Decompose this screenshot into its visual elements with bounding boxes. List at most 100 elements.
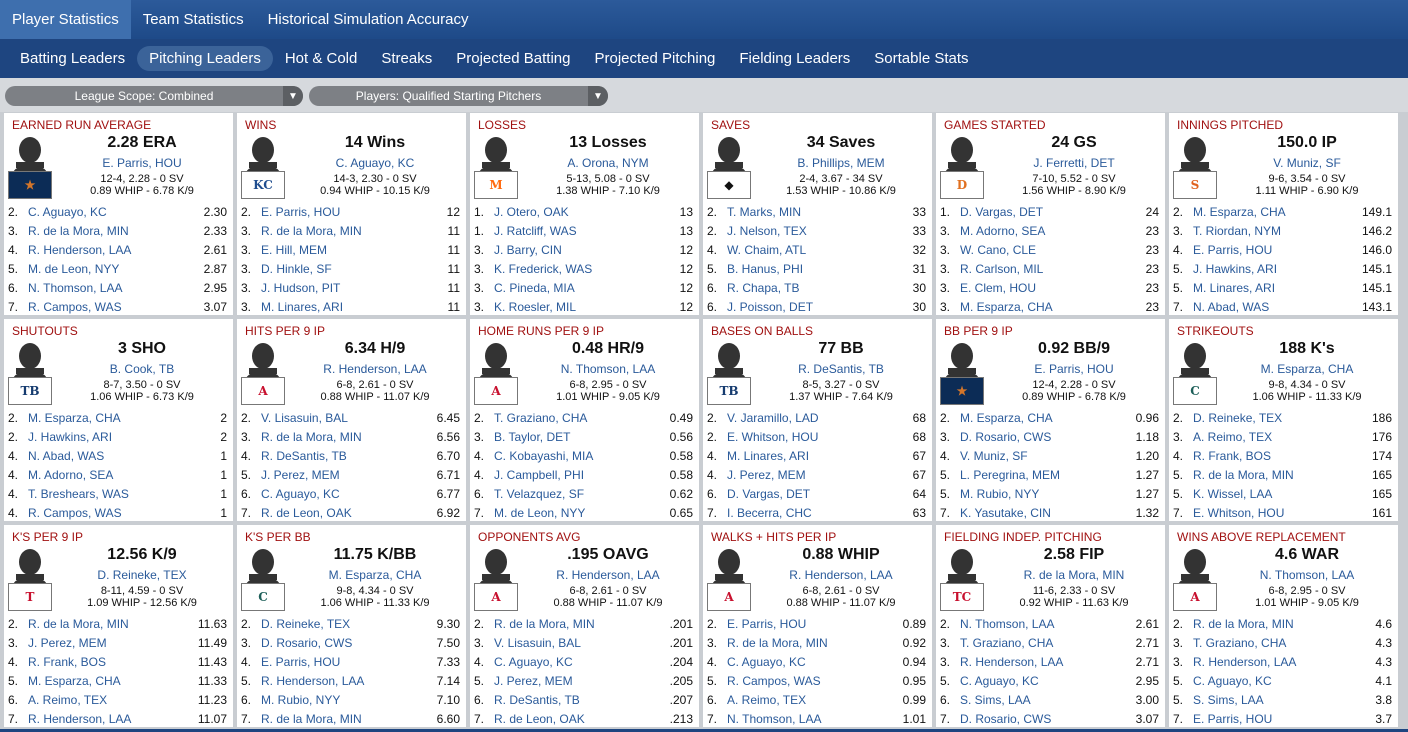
list-item[interactable]: 5. M. Linares, ARI 145.1 bbox=[1169, 278, 1398, 297]
player-link[interactable]: J. Nelson, TEX bbox=[727, 224, 882, 238]
player-link[interactable]: M. Linares, ARI bbox=[261, 300, 416, 314]
list-item[interactable]: 4. W. Chaim, ATL 32 bbox=[703, 240, 932, 259]
player-link[interactable]: N. Thomson, LAA bbox=[727, 712, 882, 726]
player-link[interactable]: V. Lisasuin, BAL bbox=[261, 411, 416, 425]
list-item[interactable]: 2. M. Esparza, CHA 0.96 bbox=[936, 408, 1165, 427]
list-item[interactable]: 3. M. Adorno, SEA 23 bbox=[936, 221, 1165, 240]
player-link[interactable]: J. Hawkins, ARI bbox=[28, 430, 183, 444]
player-link[interactable]: M. Adorno, SEA bbox=[960, 224, 1115, 238]
player-link[interactable]: D. Reineke, TEX bbox=[261, 617, 416, 631]
player-link[interactable]: M. Esparza, CHA bbox=[1193, 205, 1348, 219]
list-item[interactable]: 7. R. de la Mora, MIN 6.60 bbox=[237, 709, 466, 727]
leader-name-link[interactable]: J. Ferretti, DET bbox=[988, 156, 1160, 170]
list-item[interactable]: 7. R. Henderson, LAA 11.07 bbox=[4, 709, 233, 727]
player-link[interactable]: R. de la Mora, MIN bbox=[261, 430, 416, 444]
player-link[interactable]: R. Henderson, LAA bbox=[1193, 655, 1348, 669]
list-item[interactable]: 5. B. Hanus, PHI 31 bbox=[703, 259, 932, 278]
list-item[interactable]: 3. J. Hudson, PIT 11 bbox=[237, 278, 466, 297]
list-item[interactable]: 6. N. Thomson, LAA 2.95 bbox=[4, 278, 233, 297]
list-item[interactable]: 5. R. Henderson, LAA 7.14 bbox=[237, 671, 466, 690]
leader-name-link[interactable]: N. Thomson, LAA bbox=[522, 362, 694, 376]
list-item[interactable]: 4. V. Muniz, SF 1.20 bbox=[936, 446, 1165, 465]
list-item[interactable]: 2. D. Reineke, TEX 186 bbox=[1169, 408, 1398, 427]
player-link[interactable]: R. de la Mora, MIN bbox=[727, 636, 882, 650]
player-link[interactable]: T. Marks, MIN bbox=[727, 205, 882, 219]
list-item[interactable]: 4. R. Campos, WAS 1 bbox=[4, 503, 233, 521]
list-item[interactable]: 5. J. Perez, MEM 6.71 bbox=[237, 465, 466, 484]
player-link[interactable]: R. DeSantis, TB bbox=[494, 693, 649, 707]
player-link[interactable]: V. Lisasuin, BAL bbox=[494, 636, 649, 650]
player-link[interactable]: S. Sims, LAA bbox=[1193, 693, 1348, 707]
leader-name-link[interactable]: R. Henderson, LAA bbox=[755, 568, 927, 582]
list-item[interactable]: 2. T. Marks, MIN 33 bbox=[703, 202, 932, 221]
player-link[interactable]: W. Chaim, ATL bbox=[727, 243, 882, 257]
sub-tab[interactable]: Projected Pitching bbox=[582, 46, 727, 71]
top-tab[interactable]: Team Statistics bbox=[131, 0, 256, 39]
list-item[interactable]: 4. C. Aguayo, KC 0.94 bbox=[703, 652, 932, 671]
list-item[interactable]: 2. M. Esparza, CHA 149.1 bbox=[1169, 202, 1398, 221]
list-item[interactable]: 3. C. Pineda, MIA 12 bbox=[470, 278, 699, 297]
list-item[interactable]: 5. M. Rubio, NYY 1.27 bbox=[936, 484, 1165, 503]
player-link[interactable]: M. Rubio, NYY bbox=[960, 487, 1115, 501]
list-item[interactable]: 5. S. Sims, LAA 3.8 bbox=[1169, 690, 1398, 709]
player-link[interactable]: J. Perez, MEM bbox=[727, 468, 882, 482]
player-link[interactable]: M. Linares, ARI bbox=[1193, 281, 1348, 295]
player-link[interactable]: D. Reineke, TEX bbox=[1193, 411, 1348, 425]
players-dropdown[interactable]: Players: Qualified Starting Pitchers ▼ bbox=[309, 86, 608, 106]
list-item[interactable]: 4. E. Parris, HOU 7.33 bbox=[237, 652, 466, 671]
player-link[interactable]: R. Henderson, LAA bbox=[28, 243, 183, 257]
sub-tab[interactable]: Fielding Leaders bbox=[727, 46, 862, 71]
list-item[interactable]: 5. R. Campos, WAS 0.95 bbox=[703, 671, 932, 690]
player-link[interactable]: E. Parris, HOU bbox=[261, 205, 416, 219]
player-link[interactable]: R. Campos, WAS bbox=[727, 674, 882, 688]
list-item[interactable]: 2. J. Nelson, TEX 33 bbox=[703, 221, 932, 240]
list-item[interactable]: 2. N. Thomson, LAA 2.61 bbox=[936, 614, 1165, 633]
list-item[interactable]: 4. T. Breshears, WAS 1 bbox=[4, 484, 233, 503]
list-item[interactable]: 5. R. de la Mora, MIN 165 bbox=[1169, 465, 1398, 484]
list-item[interactable]: 2. E. Whitson, HOU 68 bbox=[703, 427, 932, 446]
top-tab[interactable]: Player Statistics bbox=[0, 0, 131, 39]
list-item[interactable]: 3. E. Hill, MEM 11 bbox=[237, 240, 466, 259]
player-link[interactable]: A. Reimo, TEX bbox=[28, 693, 183, 707]
player-link[interactable]: R. Frank, BOS bbox=[1193, 449, 1348, 463]
list-item[interactable]: 6. S. Sims, LAA 3.00 bbox=[936, 690, 1165, 709]
player-link[interactable]: E. Clem, HOU bbox=[960, 281, 1115, 295]
leader-name-link[interactable]: R. Henderson, LAA bbox=[522, 568, 694, 582]
player-link[interactable]: J. Perez, MEM bbox=[494, 674, 649, 688]
list-item[interactable]: 5. K. Wissel, LAA 165 bbox=[1169, 484, 1398, 503]
player-link[interactable]: A. Reimo, TEX bbox=[1193, 430, 1348, 444]
player-link[interactable]: M. Linares, ARI bbox=[727, 449, 882, 463]
list-item[interactable]: 5. L. Peregrina, MEM 1.27 bbox=[936, 465, 1165, 484]
player-link[interactable]: E. Hill, MEM bbox=[261, 243, 416, 257]
list-item[interactable]: 4. R. Frank, BOS 11.43 bbox=[4, 652, 233, 671]
list-item[interactable]: 6. C. Aguayo, KC 6.77 bbox=[237, 484, 466, 503]
leader-name-link[interactable]: E. Parris, HOU bbox=[988, 362, 1160, 376]
list-item[interactable]: 5. J. Hawkins, ARI 145.1 bbox=[1169, 259, 1398, 278]
player-link[interactable]: R. de la Mora, MIN bbox=[28, 617, 183, 631]
player-link[interactable]: R. de Leon, OAK bbox=[261, 506, 416, 520]
list-item[interactable]: 7. M. de Leon, NYY 0.65 bbox=[470, 503, 699, 521]
player-link[interactable]: C. Aguayo, KC bbox=[261, 487, 416, 501]
list-item[interactable]: 7. N. Abad, WAS 143.1 bbox=[1169, 297, 1398, 315]
player-link[interactable]: M. Esparza, CHA bbox=[960, 300, 1115, 314]
list-item[interactable]: 3. R. de la Mora, MIN 0.92 bbox=[703, 633, 932, 652]
player-link[interactable]: N. Thomson, LAA bbox=[960, 617, 1115, 631]
list-item[interactable]: 2. V. Jaramillo, LAD 68 bbox=[703, 408, 932, 427]
player-link[interactable]: N. Abad, WAS bbox=[1193, 300, 1348, 314]
player-link[interactable]: E. Parris, HOU bbox=[1193, 712, 1348, 726]
leader-name-link[interactable]: R. de la Mora, MIN bbox=[988, 568, 1160, 582]
list-item[interactable]: 3. R. Henderson, LAA 4.3 bbox=[1169, 652, 1398, 671]
list-item[interactable]: 1. J. Otero, OAK 13 bbox=[470, 202, 699, 221]
player-link[interactable]: D. Hinkle, SF bbox=[261, 262, 416, 276]
list-item[interactable]: 4. C. Kobayashi, MIA 0.58 bbox=[470, 446, 699, 465]
player-link[interactable]: R. de la Mora, MIN bbox=[494, 617, 649, 631]
player-link[interactable]: R. Henderson, LAA bbox=[960, 655, 1115, 669]
list-item[interactable]: 3. T. Graziano, CHA 2.71 bbox=[936, 633, 1165, 652]
list-item[interactable]: 3. D. Rosario, CWS 1.18 bbox=[936, 427, 1165, 446]
player-link[interactable]: J. Poisson, DET bbox=[727, 300, 882, 314]
list-item[interactable]: 7. N. Thomson, LAA 1.01 bbox=[703, 709, 932, 727]
player-link[interactable]: C. Aguayo, KC bbox=[28, 205, 183, 219]
list-item[interactable]: 2. E. Parris, HOU 12 bbox=[237, 202, 466, 221]
player-link[interactable]: T. Graziano, CHA bbox=[960, 636, 1115, 650]
leader-name-link[interactable]: B. Phillips, MEM bbox=[755, 156, 927, 170]
